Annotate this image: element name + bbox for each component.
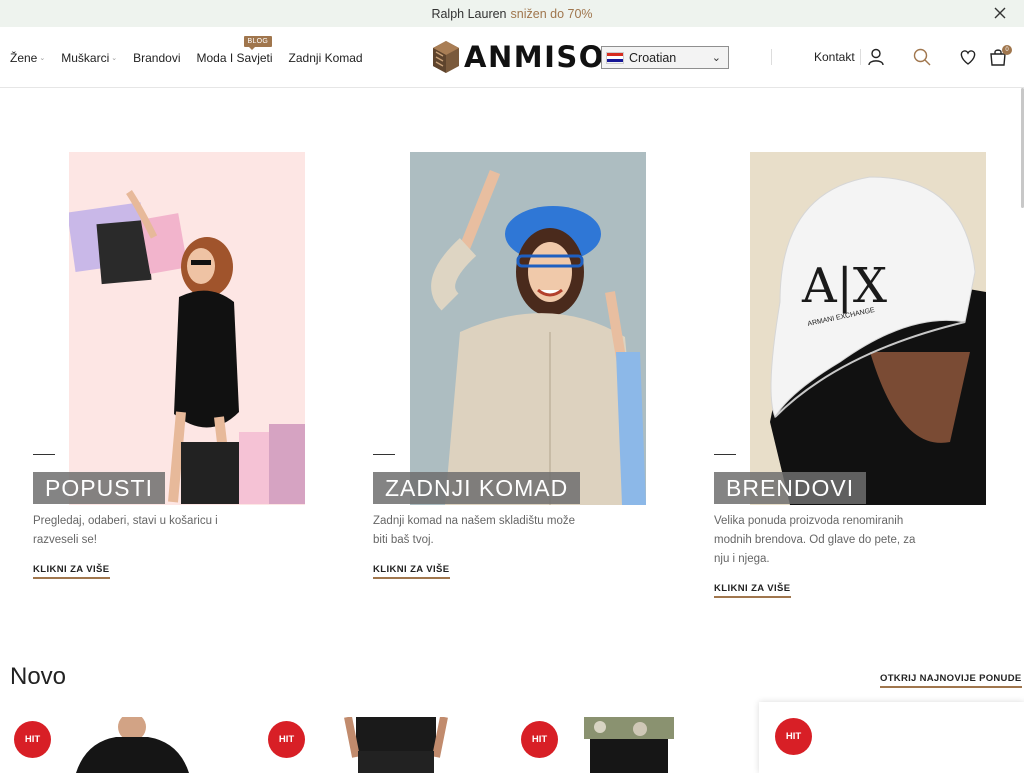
card-title-popusti[interactable]: POPUSTI	[33, 472, 165, 504]
nav-label: Žene	[10, 50, 38, 65]
main-nav: Žene ⌄ Muškarci ⌄ Brandovi BLOG Moda I Sav…	[10, 27, 379, 88]
product-image[interactable]	[76, 717, 189, 773]
hit-badge: HIT	[14, 721, 51, 758]
card-description: Velika ponuda proizvoda renomiranih modn…	[714, 515, 916, 565]
hit-badge: HIT	[521, 721, 558, 758]
nav-item-moda-savjeti[interactable]: BLOG Moda I Savjeti	[196, 35, 273, 65]
croatia-flag-icon	[606, 51, 624, 64]
blog-badge: BLOG	[243, 35, 273, 50]
nav-item-zadnji-komad[interactable]: Zadnji Komad	[289, 51, 363, 65]
card-title-brendovi[interactable]: BRENDOVI	[714, 472, 867, 504]
nav-label: Brandovi	[133, 50, 181, 65]
search-icon[interactable]	[912, 47, 932, 67]
nav-item-zene[interactable]: Žene ⌄	[10, 51, 45, 65]
chevron-down-icon: ⌄	[39, 54, 46, 62]
side-panel: HIT	[759, 702, 1024, 773]
product-image[interactable]	[342, 717, 451, 773]
close-icon[interactable]	[992, 5, 1008, 21]
promo-brand[interactable]: Ralph Lauren	[431, 7, 506, 21]
card-image-brendovi[interactable]: A|X ARMANI EXCHANGE	[750, 152, 986, 505]
language-selected: Croatian	[629, 50, 677, 65]
hit-badge: HIT	[775, 718, 812, 755]
section-title-novo: Novo	[10, 663, 67, 690]
woman-beret-image	[431, 169, 646, 505]
nav-label: Muškarci	[61, 50, 110, 65]
cart-count-badge: 0	[1002, 45, 1012, 55]
card-divider	[714, 454, 736, 455]
user-icon[interactable]	[866, 47, 886, 67]
site-logo[interactable]: ANMISO	[432, 39, 605, 75]
header-divider	[771, 49, 772, 65]
chevron-down-icon: ⌄	[711, 52, 721, 64]
card-divider	[33, 454, 55, 455]
card-image-zadnji-komad[interactable]	[410, 152, 646, 505]
promo-sale-text: snižen do 70%	[510, 6, 593, 21]
nav-label: Zadnji Komad	[288, 50, 363, 65]
chevron-down-icon: ⌄	[111, 54, 118, 62]
language-select[interactable]: Croatian ⌄	[601, 46, 729, 69]
card-link-zadnji-komad[interactable]: KLIKNI ZA VIŠE	[373, 564, 450, 579]
hit-badge: HIT	[268, 721, 305, 758]
promo-bar: Ralph Lauren snižen do 70%	[0, 0, 1024, 27]
discover-new-offers-link[interactable]: OTKRIJ NAJNOVIJE PONUDE	[880, 673, 1022, 688]
card-link-popusti[interactable]: KLIKNI ZA VIŠE	[33, 564, 110, 579]
woman-shopping-image	[69, 190, 305, 504]
site-header: Žene ⌄ Muškarci ⌄ Brandovi BLOG Moda I Sav…	[0, 27, 1024, 88]
product-image[interactable]	[580, 717, 678, 773]
card-image-popusti[interactable]	[69, 152, 305, 505]
nav-label: Moda I Savjeti	[196, 50, 273, 65]
card-title-zadnji-komad[interactable]: ZADNJI KOMAD	[373, 472, 581, 504]
hat-logo-text: A|X	[801, 258, 887, 314]
card-divider	[373, 454, 395, 455]
card-description: Zadnji komad na našem skladištu može bit…	[373, 515, 575, 546]
nav-item-brandovi[interactable]: Brandovi	[133, 51, 180, 65]
heart-icon[interactable]	[958, 47, 978, 67]
header-divider	[860, 49, 861, 65]
contact-link[interactable]: Kontakt	[814, 50, 855, 64]
logo-mark-icon	[433, 41, 459, 73]
man-cap-image: A|X ARMANI EXCHANGE	[770, 176, 986, 505]
card-description: Pregledaj, odaberi, stavi u košaricu i r…	[33, 515, 218, 546]
logo-text: ANMISO	[464, 40, 605, 74]
card-link-brendovi[interactable]: KLIKNI ZA VIŠE	[714, 583, 791, 598]
nav-item-muskarci[interactable]: Muškarci ⌄	[61, 51, 117, 65]
